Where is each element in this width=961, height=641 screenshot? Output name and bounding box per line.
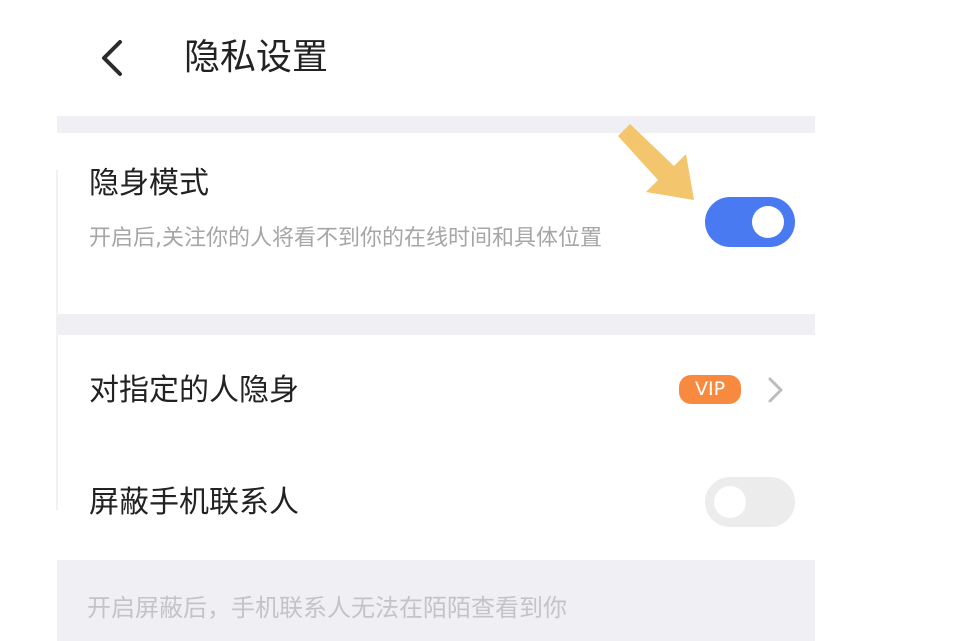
page-title: 隐私设置: [184, 37, 329, 78]
invisible-mode-toggle[interactable]: [705, 197, 795, 247]
chevron-left-icon[interactable]: [92, 36, 136, 80]
block-contacts-title: 屏蔽手机联系人: [89, 485, 299, 520]
block-contacts-row: 屏蔽手机联系人: [57, 447, 815, 560]
section-divider: [57, 314, 815, 335]
invisible-mode-description: 开启后,关注你的人将看不到你的在线时间和具体位置: [89, 226, 602, 251]
chevron-right-icon: [763, 375, 787, 405]
vip-badge: VIP: [679, 375, 741, 404]
footer-note: 开启屏蔽后，手机联系人无法在陌陌查看到你: [57, 560, 815, 641]
invisible-mode-title: 隐身模式: [89, 166, 209, 201]
divider: [56, 170, 58, 510]
toggle-knob: [714, 486, 746, 518]
header: 隐私设置: [0, 0, 961, 116]
annotation-arrow-icon: [618, 124, 694, 200]
invisible-to-specific-row[interactable]: 对指定的人隐身 VIP: [57, 335, 815, 447]
invisible-to-specific-title: 对指定的人隐身: [89, 373, 299, 408]
block-contacts-toggle[interactable]: [705, 477, 795, 527]
footer-note-text: 开启屏蔽后，手机联系人无法在陌陌查看到你: [87, 594, 567, 622]
toggle-knob: [752, 206, 784, 238]
back-button[interactable]: [92, 36, 136, 80]
